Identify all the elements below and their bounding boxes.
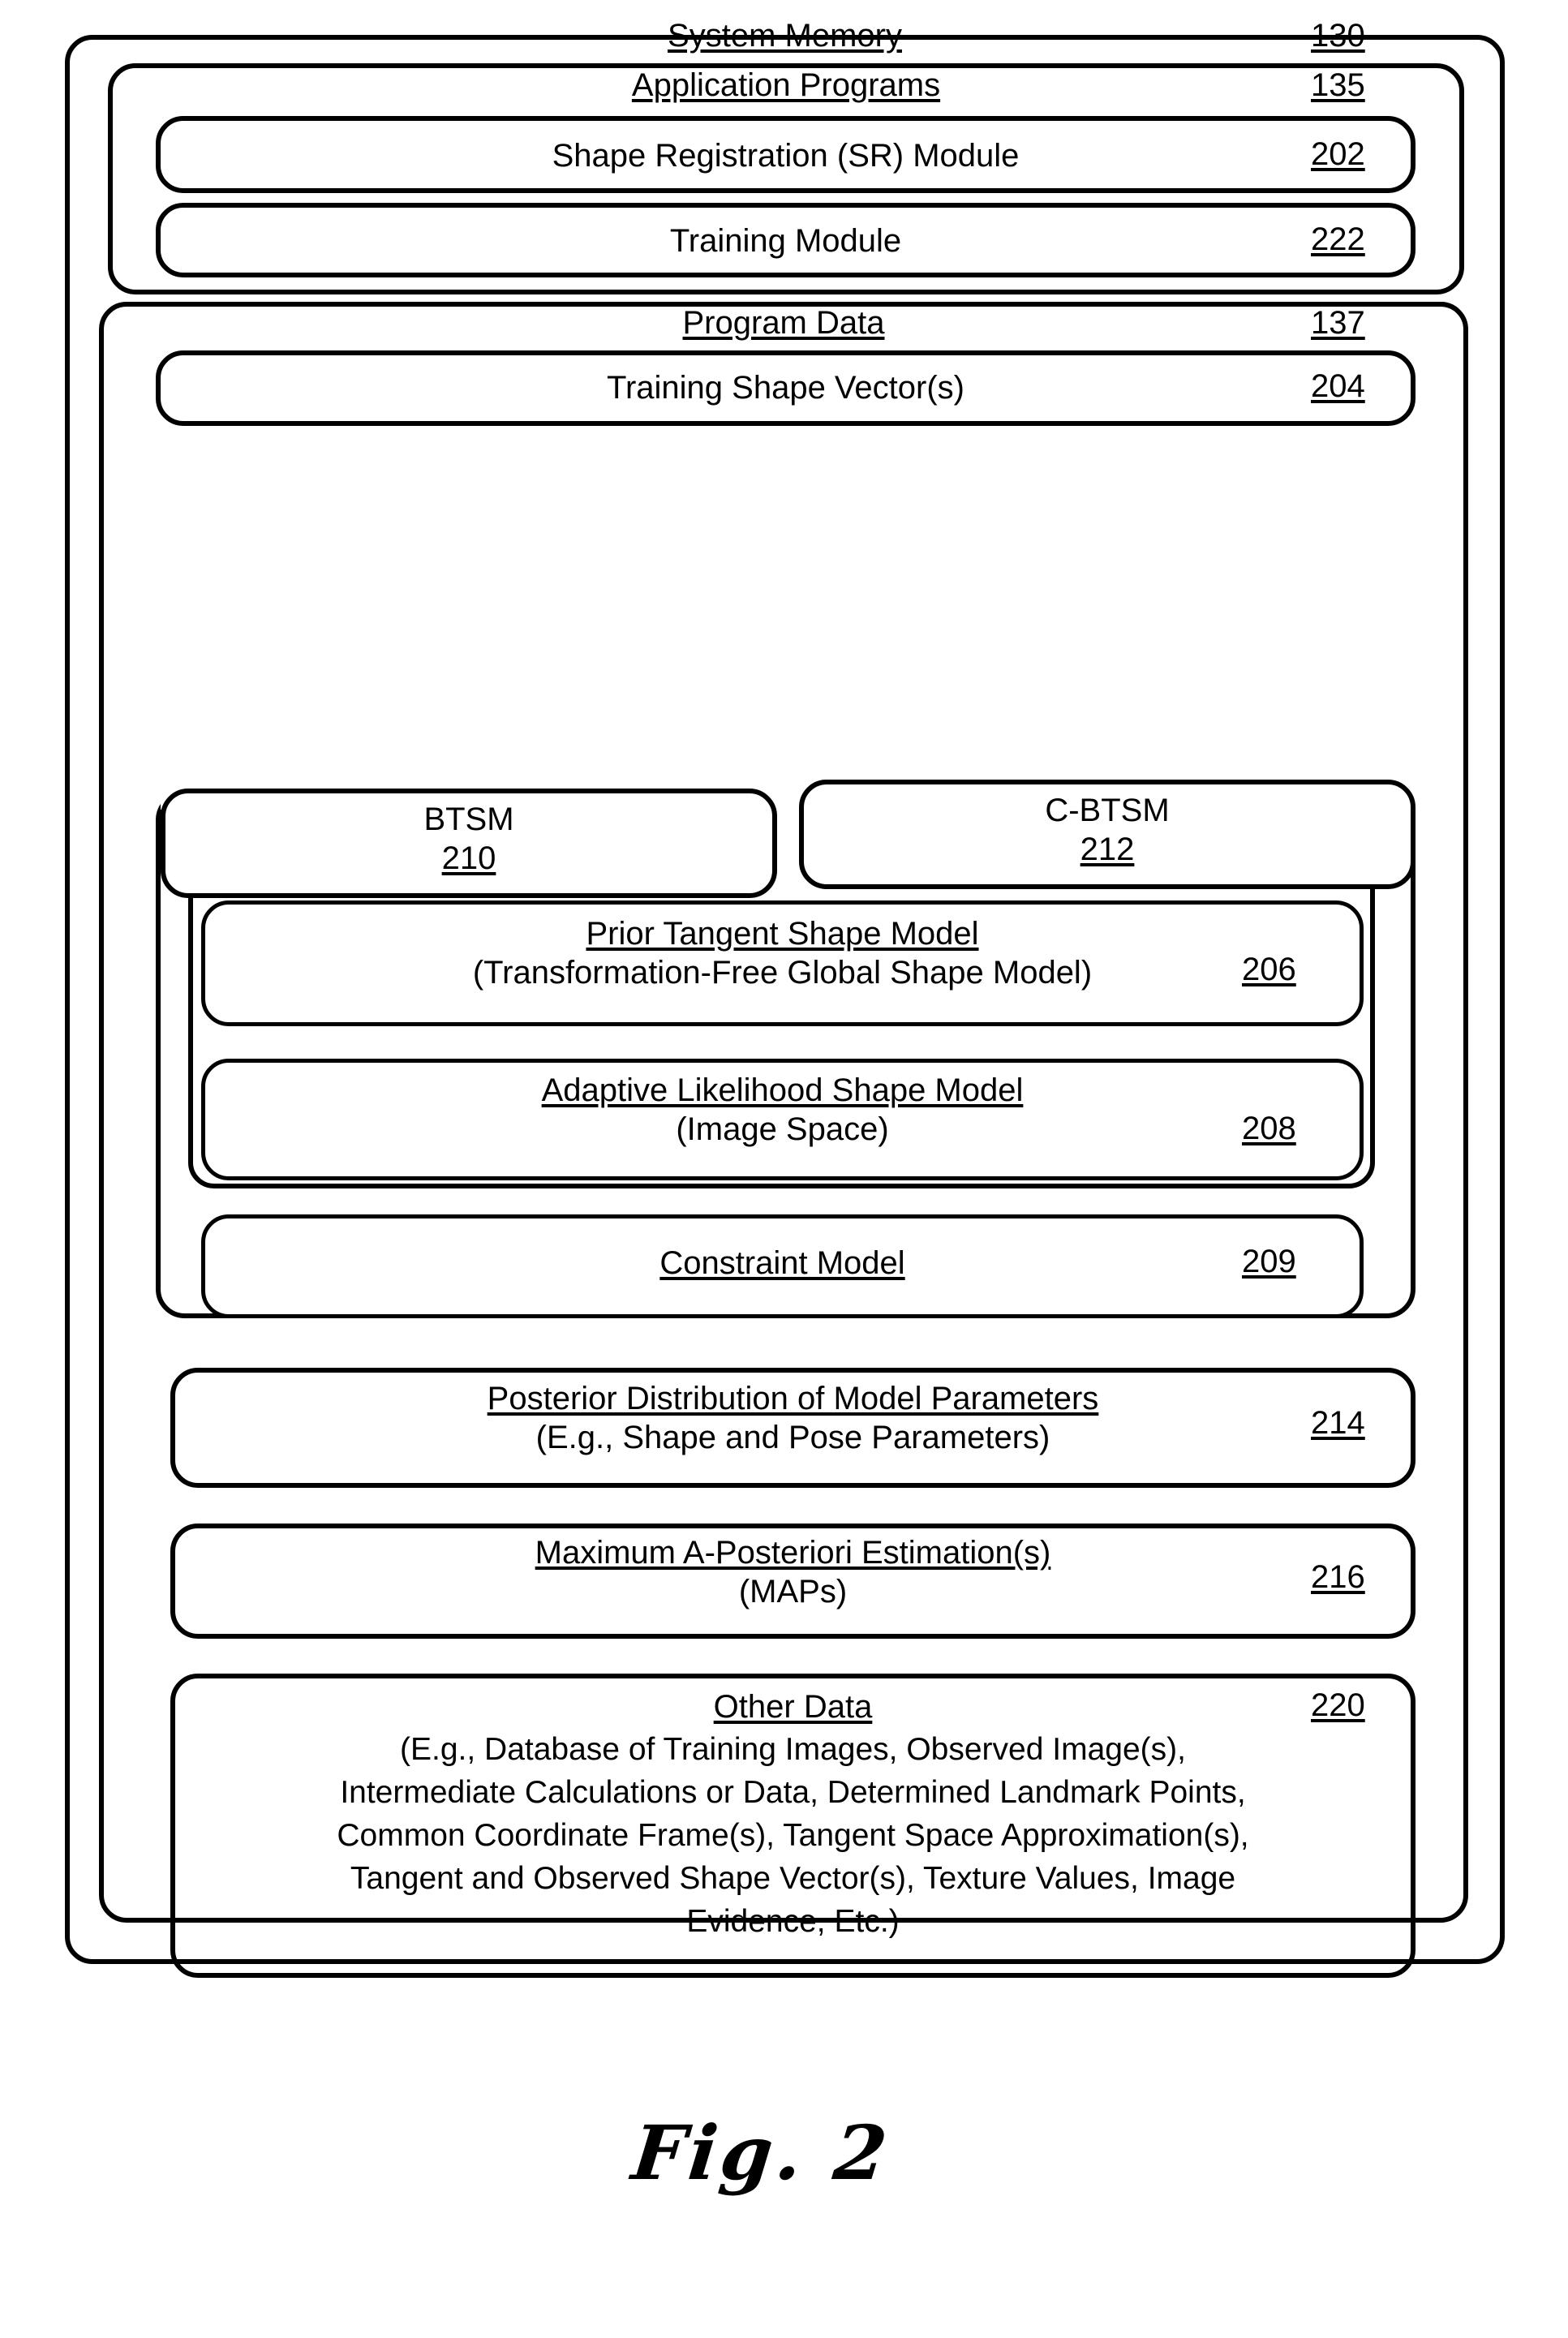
training-shape-vectors-ref: 204 [1311, 368, 1365, 404]
figure-page: System Memory 130 Application Programs 1… [0, 0, 1568, 2338]
other-data-title-wrap: Other Data [170, 1687, 1415, 1726]
shape-registration-module-label: Shape Registration (SR) Module [156, 136, 1415, 175]
other-data-line: Common Coordinate Frame(s), Tangent Spac… [337, 1818, 1249, 1853]
system-memory-title: System Memory [65, 18, 1505, 54]
map-estimation-label: Maximum A-Posteriori Estimation(s) (MAPs… [170, 1533, 1415, 1611]
other-data-lines: (E.g., Database of Training Images, Obse… [183, 1728, 1403, 1943]
application-programs-title: Application Programs [108, 67, 1464, 104]
program-data-title-text: Program Data [682, 305, 885, 341]
system-memory-title-text: System Memory [668, 18, 902, 54]
adaptive-likelihood-shape-model-label: Adaptive Likelihood Shape Model (Image S… [201, 1071, 1364, 1149]
other-data-title: Other Data [713, 1689, 873, 1725]
other-data-line: Intermediate Calculations or Data, Deter… [340, 1775, 1246, 1810]
program-data-ref: 137 [1311, 305, 1365, 341]
training-shape-vectors-label: Training Shape Vector(s) [156, 368, 1415, 407]
shape-registration-module-ref: 202 [1311, 136, 1365, 172]
prior-tangent-shape-model-ref: 206 [1242, 952, 1296, 987]
prior-tangent-shape-model-label: Prior Tangent Shape Model (Transformatio… [201, 914, 1364, 992]
posterior-distribution-ref: 214 [1311, 1405, 1365, 1441]
btsm-tab-text: BTSM [423, 802, 514, 837]
shape-registration-module-text: Shape Registration (SR) Module [552, 138, 1020, 174]
training-module-text: Training Module [669, 223, 902, 259]
other-data-line: Tangent and Observed Shape Vector(s), Te… [350, 1861, 1236, 1896]
posterior-distribution-title: Posterior Distribution of Model Paramete… [487, 1381, 1099, 1416]
map-estimation-title: Maximum A-Posteriori Estimation(s) [535, 1535, 1051, 1571]
constraint-model-title: Constraint Model [659, 1245, 905, 1281]
btsm-tab-ref: 210 [441, 840, 496, 876]
posterior-distribution-subtitle: (E.g., Shape and Pose Parameters) [535, 1420, 1050, 1455]
adaptive-likelihood-shape-model-subtitle: (Image Space) [676, 1111, 889, 1147]
constraint-model-label: Constraint Model [201, 1244, 1364, 1283]
adaptive-likelihood-shape-model-ref: 208 [1242, 1111, 1296, 1146]
c-btsm-tab-text: C-BTSM [1045, 793, 1170, 828]
posterior-distribution-label: Posterior Distribution of Model Paramete… [170, 1379, 1415, 1457]
btsm-tab-label: BTSM 210 [161, 800, 777, 878]
training-module-label: Training Module [156, 221, 1415, 260]
map-estimation-ref: 216 [1311, 1559, 1365, 1595]
c-btsm-tab-ref: 212 [1080, 832, 1135, 867]
application-programs-title-text: Application Programs [631, 67, 941, 103]
other-data-line: (E.g., Database of Training Images, Obse… [400, 1732, 1186, 1767]
c-btsm-tab-label: C-BTSM 212 [799, 791, 1415, 869]
adaptive-likelihood-shape-model-title: Adaptive Likelihood Shape Model [541, 1072, 1024, 1108]
system-memory-ref: 130 [1311, 18, 1365, 54]
application-programs-ref: 135 [1311, 67, 1365, 103]
other-data-ref: 220 [1311, 1687, 1365, 1723]
map-estimation-subtitle: (MAPs) [738, 1574, 848, 1610]
training-shape-vectors-text: Training Shape Vector(s) [607, 370, 964, 406]
program-data-title: Program Data [99, 305, 1468, 342]
prior-tangent-shape-model-title: Prior Tangent Shape Model [586, 916, 979, 952]
prior-tangent-shape-model-subtitle: (Transformation-Free Global Shape Model) [472, 955, 1093, 991]
other-data-line: Evidence, Etc.) [686, 1904, 900, 1939]
constraint-model-ref: 209 [1242, 1244, 1296, 1279]
training-module-ref: 222 [1311, 221, 1365, 257]
figure-caption: Fig. 2 [628, 2109, 895, 2197]
